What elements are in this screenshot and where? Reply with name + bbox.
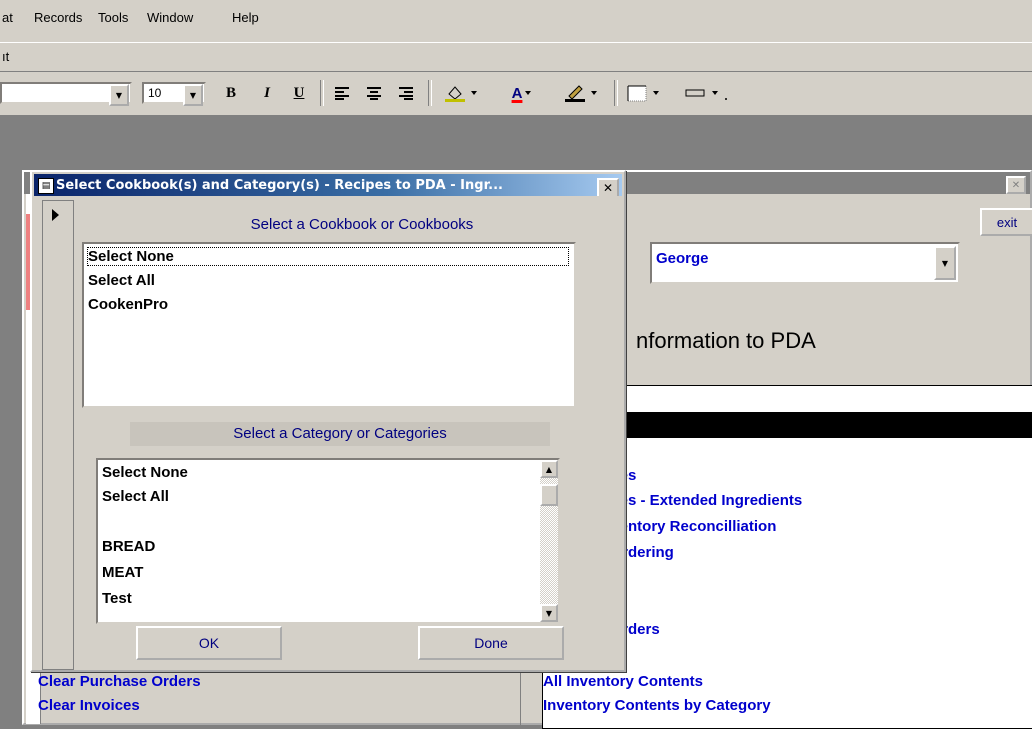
select-cookbook-dialog: ▤ Select Cookbook(s) and Category(s) - R… bbox=[30, 170, 626, 672]
category-label: Select a Category or Categories bbox=[130, 422, 550, 446]
menu-records[interactable]: Records bbox=[34, 10, 82, 25]
list-item[interactable]: Test bbox=[102, 590, 132, 607]
toolbar-separator bbox=[614, 80, 618, 106]
toolbar-label[interactable]: ıt bbox=[2, 49, 9, 64]
page-heading: nformation to PDA bbox=[636, 328, 816, 353]
list-item[interactable]: BREAD bbox=[102, 538, 155, 555]
close-icon[interactable]: ✕ bbox=[597, 178, 619, 196]
list-item[interactable]: All Inventory Contents bbox=[543, 673, 703, 690]
list-item[interactable]: Select All bbox=[102, 488, 169, 505]
current-record-arrow-icon bbox=[52, 209, 59, 221]
align-right-icon bbox=[399, 87, 413, 100]
align-left-button[interactable] bbox=[330, 82, 354, 104]
cookbook-listbox[interactable]: Select None Select All CookenPro bbox=[82, 242, 576, 408]
exit-button[interactable]: exit bbox=[980, 208, 1032, 236]
align-center-button[interactable] bbox=[362, 82, 386, 104]
list-item[interactable]: CookenPro bbox=[88, 296, 168, 313]
italic-button[interactable]: I bbox=[256, 82, 278, 104]
bold-button[interactable]: B bbox=[220, 82, 242, 104]
list-item[interactable]: Select None bbox=[102, 464, 188, 481]
font-name-combo[interactable]: ▼ bbox=[0, 82, 132, 106]
align-center-icon bbox=[367, 87, 381, 100]
menu-help[interactable]: Help bbox=[232, 10, 259, 25]
chevron-down-icon[interactable]: ▼ bbox=[183, 84, 203, 106]
category-listbox[interactable]: Select None Select All BREAD MEAT Test ▲… bbox=[96, 458, 560, 624]
font-size-combo[interactable]: 10 ▼ bbox=[142, 82, 206, 106]
record-selector[interactable] bbox=[42, 200, 74, 670]
user-combo[interactable]: George ▼ bbox=[650, 242, 960, 284]
chevron-down-icon[interactable]: ▼ bbox=[934, 246, 956, 280]
scroll-up-icon[interactable]: ▲ bbox=[540, 460, 558, 478]
ok-button[interactable]: OK bbox=[136, 626, 282, 660]
panel-divider bbox=[520, 672, 521, 725]
chevron-down-icon bbox=[525, 91, 532, 95]
pencil-icon bbox=[565, 85, 597, 102]
paint-bucket-icon bbox=[445, 86, 477, 102]
list-item[interactable]: Select None bbox=[87, 247, 569, 266]
fill-color-button[interactable] bbox=[440, 82, 486, 104]
font-color-button[interactable]: A bbox=[500, 82, 546, 104]
close-icon[interactable]: ✕ bbox=[1006, 176, 1026, 194]
line-style-icon bbox=[685, 89, 727, 100]
scroll-down-icon[interactable]: ▼ bbox=[540, 604, 558, 622]
list-item[interactable]: Select All bbox=[88, 272, 155, 289]
cookbook-label: Select a Cookbook or Cookbooks bbox=[250, 216, 474, 233]
underline-button[interactable]: U bbox=[288, 82, 310, 104]
toolbar-main: ıt bbox=[0, 42, 1032, 72]
category-scrollbar[interactable]: ▲ ▼ bbox=[540, 460, 558, 622]
border-button[interactable] bbox=[622, 82, 668, 104]
list-item[interactable]: Inventory Contents by Category bbox=[543, 697, 771, 714]
dialog-title: Select Cookbook(s) and Category(s) - Rec… bbox=[56, 177, 503, 193]
form-icon: ▤ bbox=[38, 178, 54, 194]
dialog-titlebar: ▤ Select Cookbook(s) and Category(s) - R… bbox=[34, 174, 622, 196]
scroll-thumb[interactable] bbox=[540, 484, 558, 506]
list-item[interactable]: MEAT bbox=[102, 564, 143, 581]
toolbar-separator bbox=[428, 80, 432, 106]
menu-tools[interactable]: Tools bbox=[98, 10, 128, 25]
toolbar-separator bbox=[320, 80, 324, 106]
menu-window[interactable]: Window bbox=[147, 10, 193, 25]
align-right-button[interactable] bbox=[394, 82, 418, 104]
done-button[interactable]: Done bbox=[418, 626, 564, 660]
border-icon bbox=[627, 85, 659, 102]
menu-format[interactable]: at bbox=[2, 10, 13, 25]
list-item[interactable]: cipes - Extended Ingredients bbox=[598, 492, 802, 509]
clear-invoices-link[interactable]: Clear Invoices bbox=[38, 697, 140, 714]
align-left-icon bbox=[335, 87, 349, 100]
user-combo-value: George bbox=[656, 250, 709, 267]
font-color-glyph: A bbox=[511, 84, 523, 102]
line-color-button[interactable] bbox=[560, 82, 606, 104]
special-effect-button[interactable] bbox=[680, 82, 750, 104]
font-size-value: 10 bbox=[148, 86, 162, 100]
clear-purchase-orders-link[interactable]: Clear Purchase Orders bbox=[38, 673, 201, 690]
menu-bar: at Records Tools Window Help bbox=[0, 0, 1032, 42]
chevron-down-icon[interactable]: ▼ bbox=[109, 84, 129, 106]
